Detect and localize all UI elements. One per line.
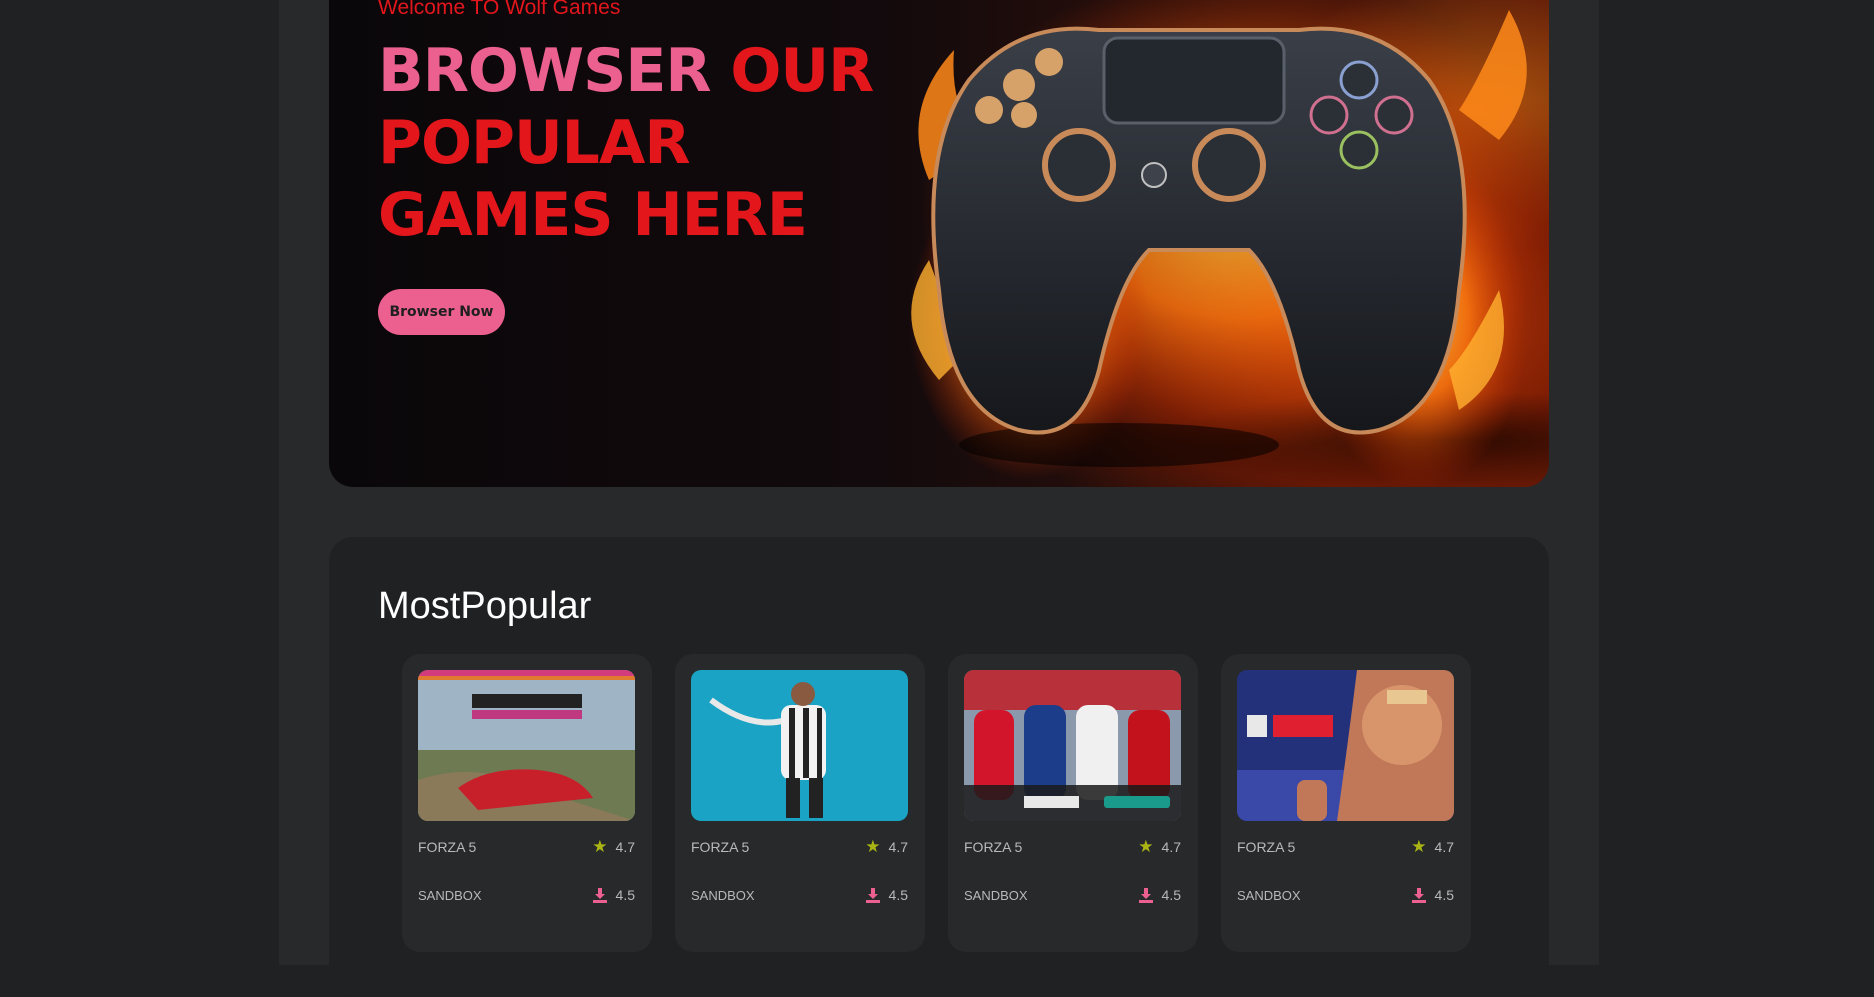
- card-title-row: FORZA 5 ★ 4.7: [964, 837, 1181, 857]
- downloads: 4.5: [1138, 887, 1181, 903]
- hero-title-highlight: BROWSER: [378, 36, 712, 106]
- game-cover-fifa[interactable]: [691, 670, 908, 821]
- rating-value: 4.7: [1434, 839, 1454, 855]
- game-cover-wwe[interactable]: [1237, 670, 1454, 821]
- game-genre: SANDBOX: [1237, 887, 1301, 903]
- downloads-value: 4.5: [1434, 887, 1454, 903]
- downloads-value: 4.5: [615, 887, 635, 903]
- star-icon: ★: [1138, 836, 1154, 857]
- card-meta-row: SANDBOX 4.5: [964, 885, 1181, 905]
- game-genre: SANDBOX: [964, 887, 1028, 903]
- game-name: FORZA 5: [691, 839, 750, 855]
- rating: ★ 4.7: [865, 836, 908, 857]
- downloads: 4.5: [1411, 887, 1454, 903]
- downloads: 4.5: [865, 887, 908, 903]
- card-meta-row: SANDBOX 4.5: [418, 885, 635, 905]
- card-meta-row: SANDBOX 4.5: [1237, 885, 1454, 905]
- download-icon: [865, 888, 880, 903]
- download-icon: [592, 888, 607, 903]
- download-icon: [1138, 888, 1153, 903]
- game-card[interactable]: FORZA 5 ★ 4.7 SANDBOX 4.5: [1221, 654, 1471, 952]
- download-icon: [1411, 888, 1426, 903]
- downloads: 4.5: [592, 887, 635, 903]
- downloads-value: 4.5: [1161, 887, 1181, 903]
- rating-value: 4.7: [615, 839, 635, 855]
- game-name: FORZA 5: [964, 839, 1023, 855]
- rating: ★ 4.7: [1138, 836, 1181, 857]
- game-name: FORZA 5: [1237, 839, 1296, 855]
- game-genre: SANDBOX: [418, 887, 482, 903]
- star-icon: ★: [865, 836, 881, 857]
- card-title-row: FORZA 5 ★ 4.7: [1237, 837, 1454, 857]
- section-title: MostPopular: [378, 585, 592, 627]
- rating-value: 4.7: [888, 839, 908, 855]
- game-card[interactable]: FORZA 5 ★ 4.7 SANDBOX 4.5: [948, 654, 1198, 952]
- game-cover-forza[interactable]: [418, 670, 635, 821]
- rating: ★ 4.7: [1411, 836, 1454, 857]
- hero-banner: Welcome TO Wolf Games BROWSER OUR POPULA…: [329, 0, 1549, 487]
- flaming-controller-image: [909, 0, 1549, 487]
- most-popular-section: MostPopular FORZA 5 ★ 4.7 SANDBOX 4.5 FO…: [329, 537, 1549, 997]
- game-card[interactable]: FORZA 5 ★ 4.7 SANDBOX 4.5: [402, 654, 652, 952]
- hero-welcome-text: Welcome TO Wolf Games: [378, 0, 621, 19]
- star-icon: ★: [592, 836, 608, 857]
- downloads-value: 4.5: [888, 887, 908, 903]
- game-cover-pes[interactable]: [964, 670, 1181, 821]
- hero-title: BROWSER OUR POPULAR GAMES HERE: [378, 35, 898, 251]
- game-genre: SANDBOX: [691, 887, 755, 903]
- card-title-row: FORZA 5 ★ 4.7: [418, 837, 635, 857]
- card-title-row: FORZA 5 ★ 4.7: [691, 837, 908, 857]
- browse-now-button[interactable]: Browser Now: [378, 289, 505, 335]
- rating-value: 4.7: [1161, 839, 1181, 855]
- game-card[interactable]: FORZA 5 ★ 4.7 SANDBOX 4.5: [675, 654, 925, 952]
- card-meta-row: SANDBOX 4.5: [691, 885, 908, 905]
- star-icon: ★: [1411, 836, 1427, 857]
- game-name: FORZA 5: [418, 839, 477, 855]
- rating: ★ 4.7: [592, 836, 635, 857]
